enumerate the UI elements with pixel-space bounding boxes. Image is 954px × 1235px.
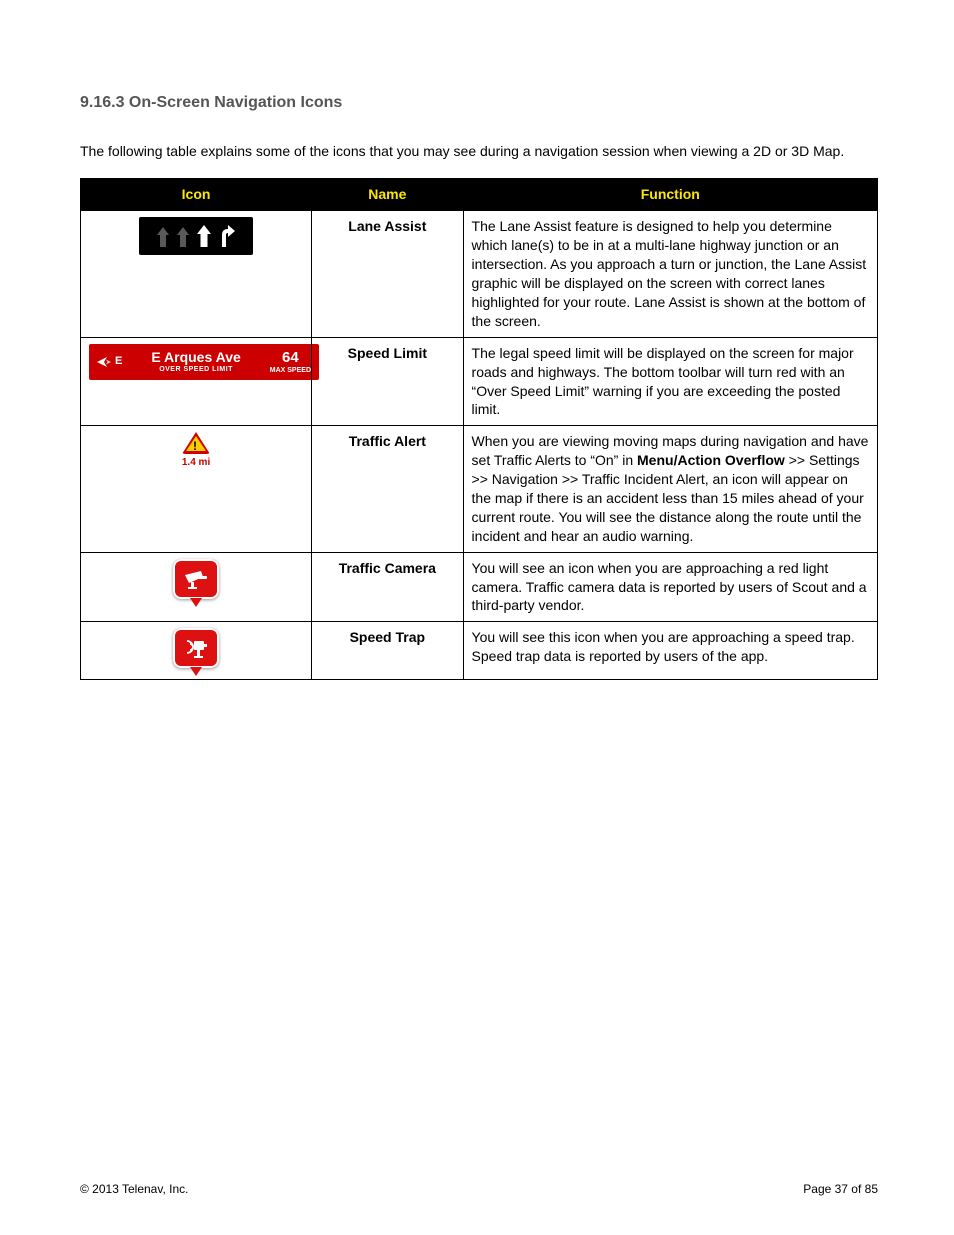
direction-label: E <box>115 354 122 369</box>
row-function: The legal speed limit will be displayed … <box>463 337 877 426</box>
alert-distance: 1.4 mi <box>182 456 210 470</box>
lane-arrow-straight-icon <box>197 225 211 247</box>
table-row: Lane Assist The Lane Assist feature is d… <box>81 211 878 337</box>
footer-page: Page 37 of 85 <box>803 1181 878 1197</box>
street-name: E Arques Ave <box>151 350 240 364</box>
traffic-camera-icon <box>173 559 219 599</box>
warning-label: OVER SPEED LIMIT <box>159 366 233 373</box>
row-name: Speed Limit <box>312 337 463 426</box>
row-function: The Lane Assist feature is designed to h… <box>463 211 877 337</box>
speed-trap-icon <box>173 628 219 668</box>
row-name: Traffic Alert <box>312 426 463 552</box>
table-row: E E Arques Ave OVER SPEED LIMIT 64 MAX S… <box>81 337 878 426</box>
intro-text: The following table explains some of the… <box>80 142 878 161</box>
col-header-function: Function <box>463 179 877 211</box>
speed-label: MAX SPEED <box>270 367 311 374</box>
row-name: Speed Trap <box>312 622 463 680</box>
table-row: Speed Trap You will see this icon when y… <box>81 622 878 680</box>
lane-assist-icon <box>139 217 253 255</box>
traffic-alert-icon: ! 1.4 mi <box>182 432 210 470</box>
lane-arrow-straight-icon <box>157 227 169 247</box>
row-name: Traffic Camera <box>312 552 463 622</box>
icons-table: Icon Name Function Lane Assist The Lane … <box>80 178 878 680</box>
col-header-icon: Icon <box>81 179 312 211</box>
speed-value: 64 <box>282 350 299 365</box>
lane-arrow-straight-icon <box>177 227 189 247</box>
warning-triangle-icon: ! <box>182 432 210 454</box>
heading-arrow-icon <box>97 357 111 367</box>
col-header-name: Name <box>312 179 463 211</box>
footer-copyright: © 2013 Telenav, Inc. <box>80 1181 188 1197</box>
table-row: ! 1.4 mi Traffic Alert When you are view… <box>81 426 878 552</box>
row-function: You will see this icon when you are appr… <box>463 622 877 680</box>
lane-arrow-right-icon <box>219 225 235 247</box>
table-row: Traffic Camera You will see an icon when… <box>81 552 878 622</box>
row-function: You will see an icon when you are approa… <box>463 552 877 622</box>
section-heading: 9.16.3 On-Screen Navigation Icons <box>80 92 878 114</box>
row-name: Lane Assist <box>312 211 463 337</box>
speed-limit-icon: E E Arques Ave OVER SPEED LIMIT 64 MAX S… <box>89 344 319 380</box>
row-function: When you are viewing moving maps during … <box>463 426 877 552</box>
